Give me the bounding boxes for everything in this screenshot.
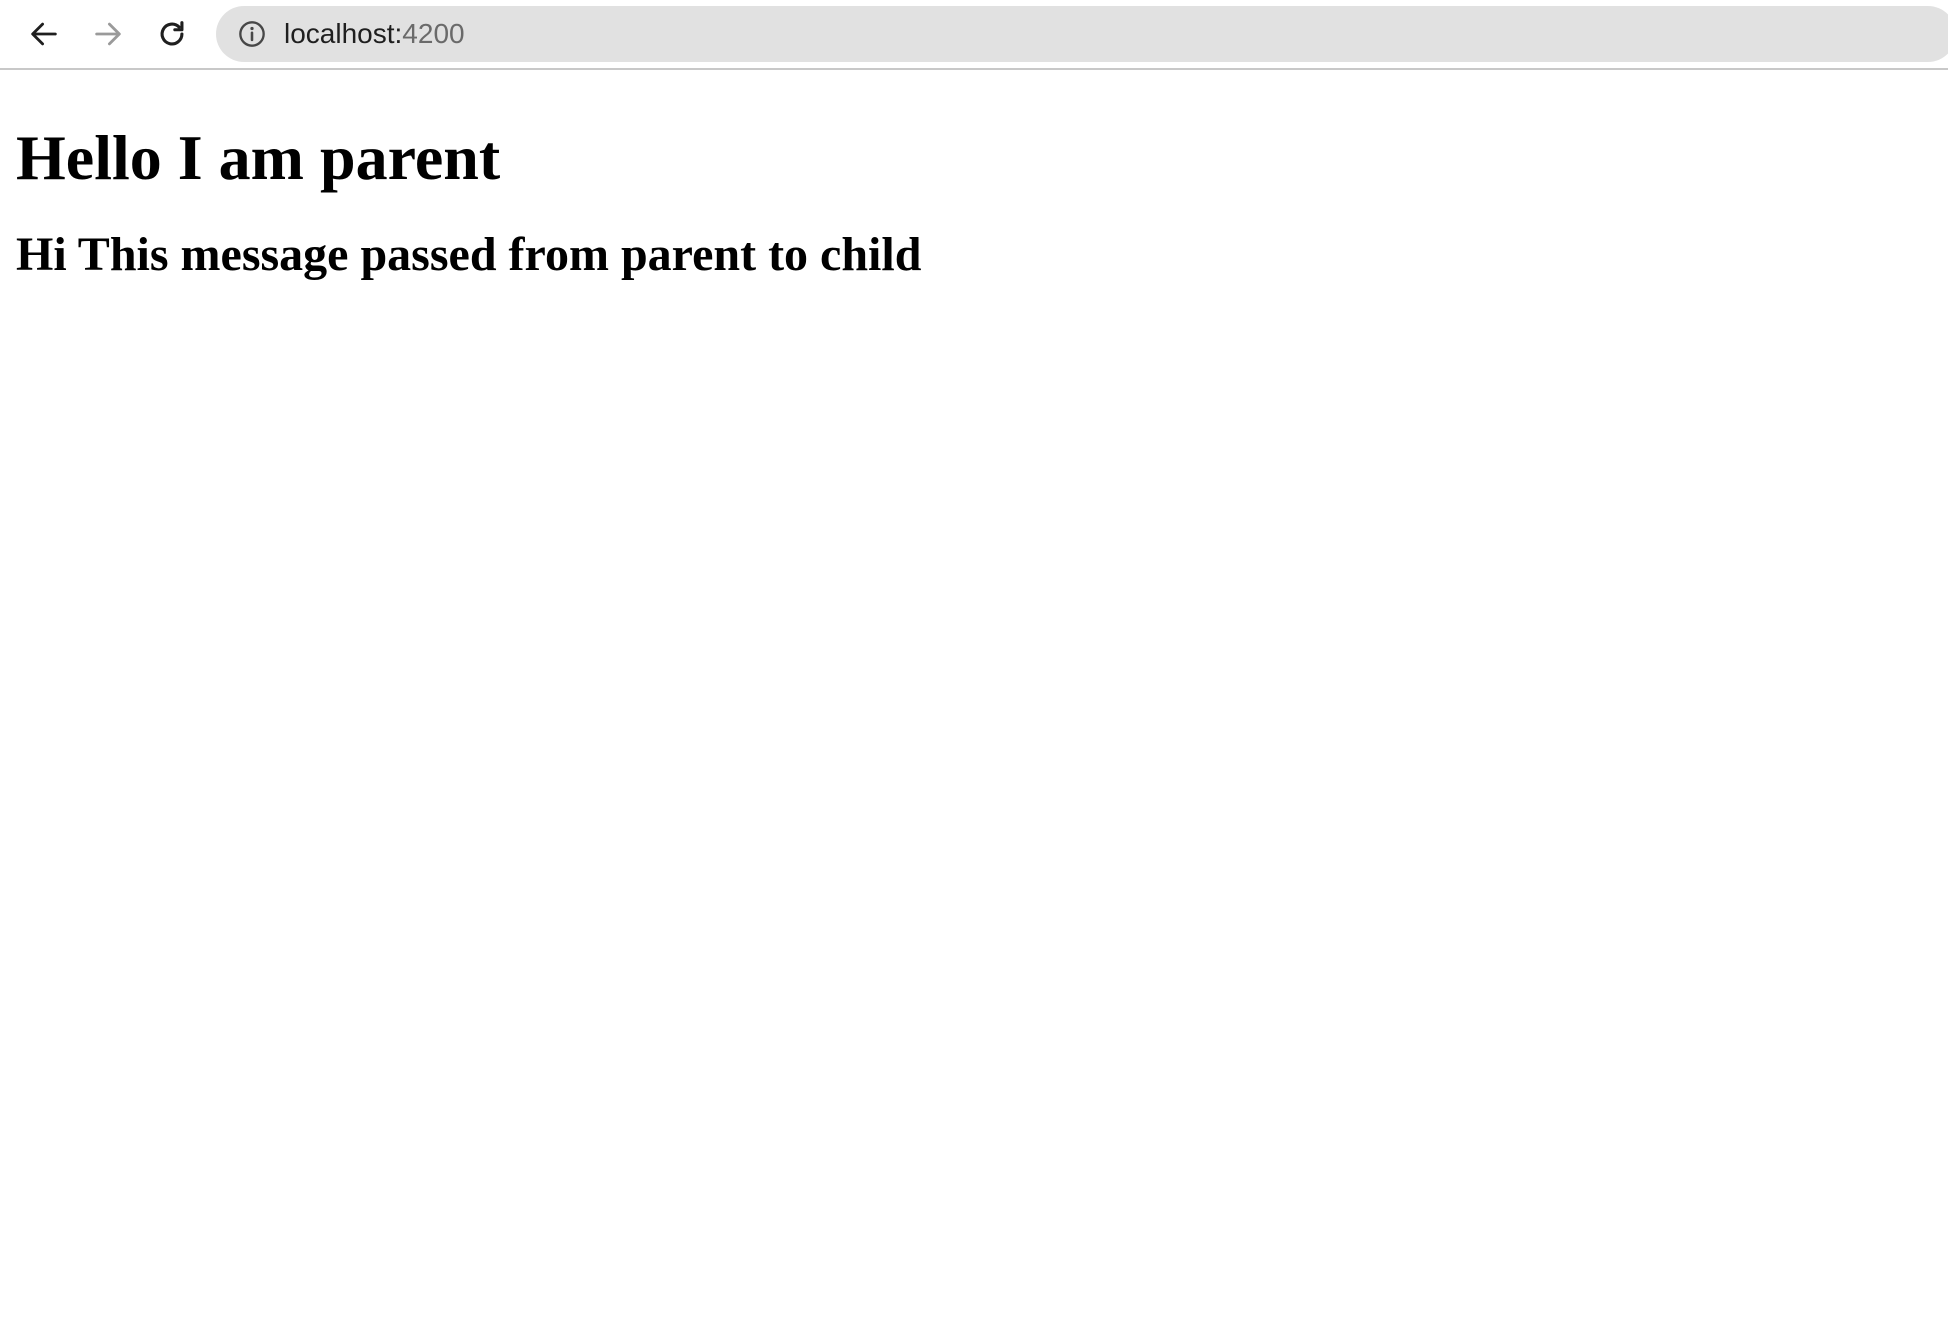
forward-arrow-icon <box>95 22 121 46</box>
reload-button[interactable] <box>148 10 196 58</box>
browser-toolbar: localhost:4200 <box>0 0 1948 70</box>
url-port: 4200 <box>402 18 465 49</box>
back-arrow-icon <box>31 22 57 46</box>
url-text[interactable]: localhost:4200 <box>284 6 465 62</box>
back-button[interactable] <box>20 10 68 58</box>
reload-icon <box>160 21 184 46</box>
info-icon[interactable] <box>238 20 266 48</box>
page-content: Hello I am parent Hi This message passed… <box>16 70 1932 284</box>
page-title: Hello I am parent <box>16 122 501 193</box>
child-message: Hi This message passed from parent to ch… <box>16 228 922 281</box>
forward-button[interactable] <box>84 10 132 58</box>
address-bar[interactable]: localhost:4200 <box>216 6 1948 62</box>
url-host: localhost: <box>284 18 403 49</box>
